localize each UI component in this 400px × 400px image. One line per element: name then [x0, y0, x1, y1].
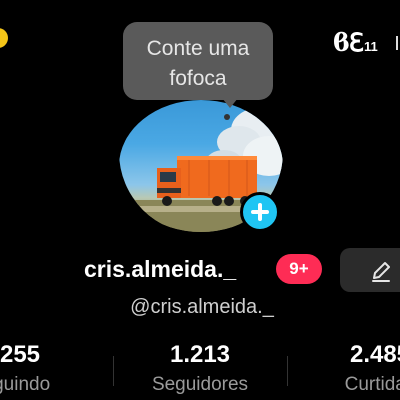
profile-screen: ϐℇ 11 Conte uma fofoca cris.almeida._ 9+… [0, 0, 400, 400]
edit-profile-button[interactable] [340, 248, 400, 292]
note-bubble-line1: Conte uma [146, 37, 250, 60]
stat-divider [113, 356, 114, 386]
display-name: cris.almeida._ [84, 256, 237, 282]
stat-following[interactable]: 1.255 Seguindo [0, 340, 90, 398]
likes-count: 2.485 [349, 341, 400, 368]
top-right-indicator[interactable]: ϐℇ 11 [333, 26, 378, 56]
top-right-count: 11 [364, 39, 378, 54]
note-bubble-tail [222, 98, 238, 108]
note-bubble-line2: fofoca [169, 67, 227, 90]
username-handle: @cris.almeida._ [130, 296, 274, 318]
stat-followers[interactable]: 1.213 Seguidores [120, 340, 280, 398]
note-bubble[interactable]: Conte uma fofoca [123, 22, 273, 100]
pencil-icon [372, 262, 390, 282]
note-bubble-dot [224, 114, 230, 120]
following-count: 1.255 [0, 341, 41, 368]
stat-divider [287, 356, 288, 386]
followers-label: Seguidores [151, 374, 249, 395]
top-right-glyph-icon: ϐℇ [333, 28, 364, 57]
followers-count: 1.213 [169, 341, 231, 368]
stat-likes[interactable]: 2.485 Curtidas [300, 340, 400, 398]
notification-badge[interactable]: 9+ [276, 254, 322, 284]
coin-icon[interactable] [0, 28, 8, 48]
likes-label: Curtidas [344, 374, 400, 395]
following-label: Seguindo [0, 374, 51, 395]
menu-edge-icon[interactable] [396, 36, 400, 50]
add-story-button[interactable] [240, 192, 280, 232]
